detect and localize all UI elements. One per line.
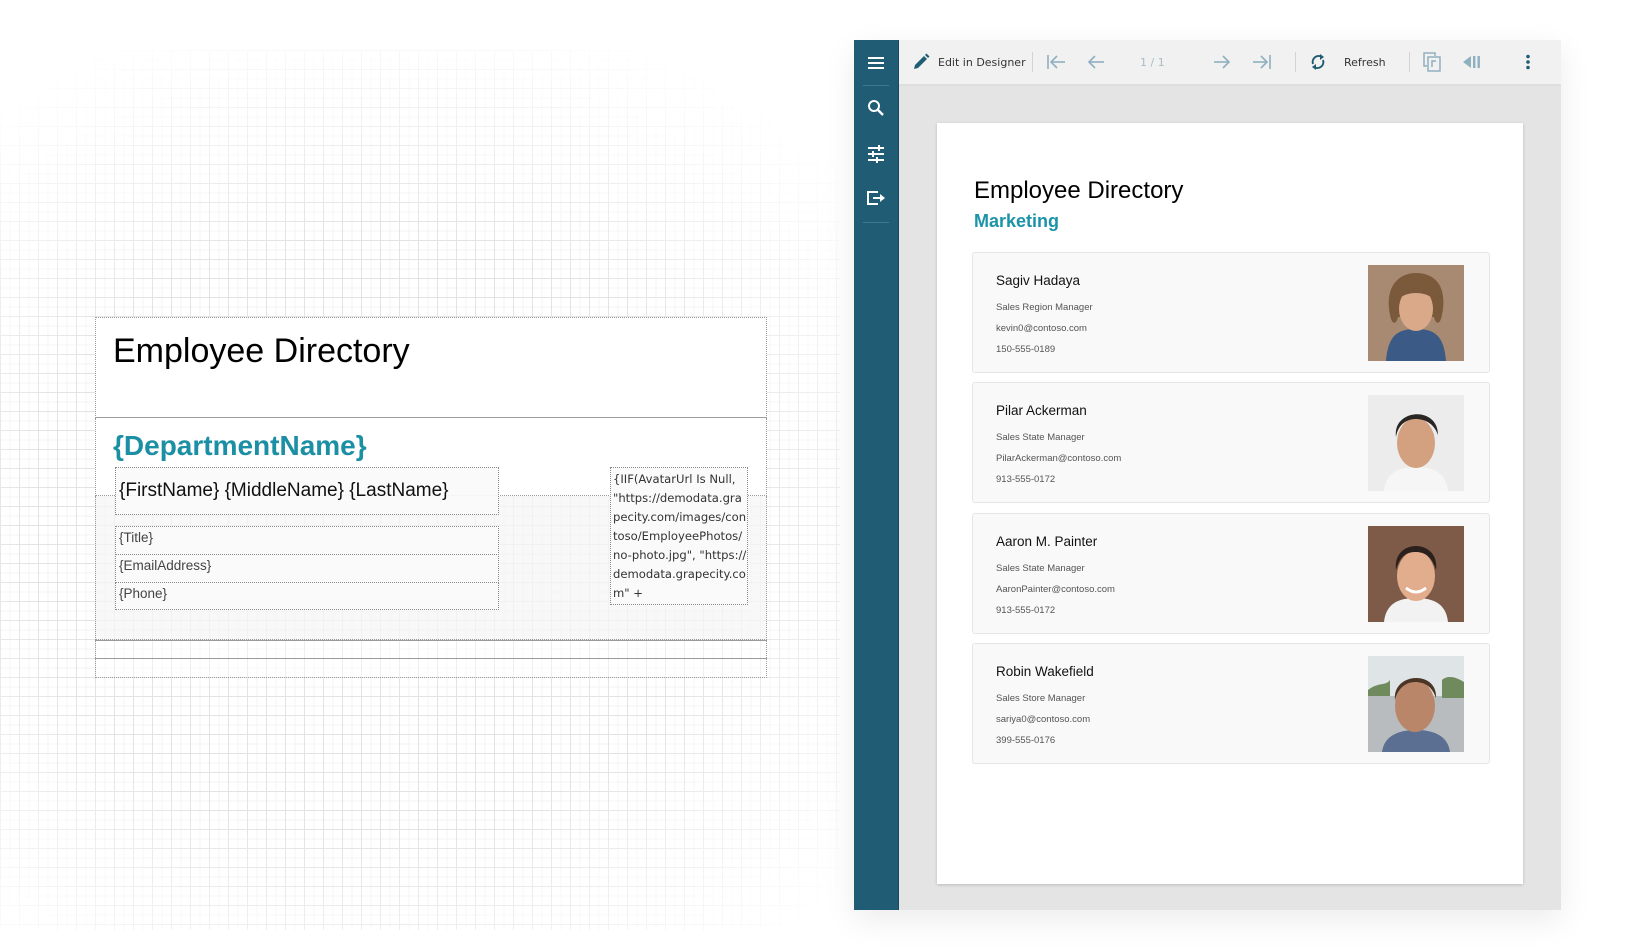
search-icon [868, 100, 884, 116]
viewer-sidebar [854, 40, 899, 910]
department-name: Marketing [974, 211, 1060, 231]
avatar-portrait-icon [1368, 526, 1464, 622]
refresh-label: Refresh [1344, 55, 1386, 69]
group-footer-band[interactable] [95, 640, 767, 658]
toolbar-separator [1409, 52, 1410, 72]
last-page-button[interactable] [1252, 40, 1272, 84]
employee-photo [1368, 395, 1464, 491]
arrow-right-icon [1214, 55, 1231, 69]
employee-photo [1368, 656, 1464, 752]
designer-department-textbox[interactable]: {DepartmentName} [113, 430, 367, 462]
designer-avatar-image-expression[interactable]: {IIF(AvatarUrl Is Null, "https://demodat… [610, 467, 748, 605]
employee-name: Robin Wakefield [996, 664, 1094, 679]
menu-icon [868, 57, 884, 69]
report-viewer: Edit in Designer 1 / 1 Refresh Employee … [854, 40, 1561, 910]
viewer-toolbar: Edit in Designer 1 / 1 Refresh [899, 40, 1561, 86]
employee-photo [1368, 265, 1464, 361]
next-page-button[interactable] [1213, 40, 1231, 84]
pencil-icon [914, 53, 930, 69]
employee-title: Sales State Manager [996, 563, 1085, 574]
employee-card: Robin Wakefield Sales Store Manager sari… [972, 643, 1490, 764]
employee-phone: 913-555-0172 [996, 605, 1056, 616]
page-header-band[interactable]: Employee Directory [95, 317, 767, 418]
avatar-portrait-icon [1368, 656, 1464, 752]
page-indicator[interactable]: 1 / 1 [1140, 40, 1165, 84]
detail-band[interactable]: {FirstName} {MiddleName} {LastName} {Tit… [95, 467, 767, 640]
avatar-portrait-icon [1368, 265, 1464, 361]
sidebar-divider [863, 222, 889, 223]
kebab-menu-icon [1526, 54, 1530, 70]
export-icon [867, 191, 885, 205]
arrow-left-icon [1087, 55, 1104, 69]
refresh-icon [1311, 54, 1325, 70]
copy-layout-icon [1423, 52, 1441, 72]
more-options-button[interactable] [1525, 40, 1531, 84]
report-page: Employee Directory Marketing Sagiv Haday… [937, 123, 1523, 884]
export-button[interactable] [854, 178, 898, 218]
employee-name: Sagiv Hadaya [996, 273, 1081, 288]
employee-title: Sales Store Manager [996, 693, 1086, 704]
avatar-portrait-icon [1368, 395, 1464, 491]
designer-name-textbox[interactable]: {FirstName} {MiddleName} {LastName} [115, 467, 499, 515]
designer-phone-textbox[interactable]: {Phone} [115, 582, 499, 610]
toggle-sidebar-button[interactable] [1462, 40, 1482, 84]
employee-name: Pilar Ackerman [996, 403, 1087, 418]
employee-title: Sales State Manager [996, 432, 1085, 443]
employee-email: PilarAckerman@contoso.com [996, 453, 1122, 464]
parameters-icon [868, 145, 884, 163]
employee-email: sariya0@contoso.com [996, 714, 1091, 725]
employee-title: Sales Region Manager [996, 302, 1093, 313]
report-title: Employee Directory [974, 177, 1184, 204]
previous-page-button[interactable] [1087, 40, 1105, 84]
toolbar-separator [1295, 52, 1296, 72]
edit-in-designer-button[interactable]: Edit in Designer [912, 40, 1026, 84]
report-designer-surface[interactable]: Employee Directory {DepartmentName} {Fir… [95, 317, 767, 678]
employee-photo [1368, 526, 1464, 622]
designer-email-textbox[interactable]: {EmailAddress} [115, 554, 499, 583]
edit-in-designer-label: Edit in Designer [938, 55, 1026, 69]
employee-name: Aaron M. Painter [996, 534, 1098, 549]
search-button[interactable] [854, 88, 898, 128]
employee-phone: 150-555-0189 [996, 344, 1056, 355]
employee-card: Sagiv Hadaya Sales Region Manager kevin0… [972, 252, 1490, 373]
designer-title-textbox[interactable]: Employee Directory [113, 332, 410, 371]
collapse-panel-icon [1463, 56, 1480, 68]
sidebar-divider [863, 85, 889, 86]
employee-email: kevin0@contoso.com [996, 323, 1087, 334]
last-page-icon [1253, 55, 1271, 69]
employee-phone: 399-555-0176 [996, 735, 1056, 746]
refresh-button[interactable]: Refresh [1309, 40, 1386, 84]
employee-phone: 913-555-0172 [996, 474, 1056, 485]
parameters-button[interactable] [854, 134, 898, 174]
employee-email: AaronPainter@contoso.com [996, 584, 1115, 595]
page-footer-band[interactable] [95, 658, 767, 678]
employee-card: Aaron M. Painter Sales State Manager Aar… [972, 513, 1490, 634]
first-page-button[interactable] [1046, 40, 1066, 84]
menu-button[interactable] [854, 43, 898, 83]
toolbar-separator [1032, 52, 1033, 72]
toggle-layout-button[interactable] [1423, 40, 1441, 84]
first-page-icon [1047, 55, 1065, 69]
employee-card: Pilar Ackerman Sales State Manager Pilar… [972, 382, 1490, 503]
designer-title-field-textbox[interactable]: {Title} [115, 526, 499, 555]
